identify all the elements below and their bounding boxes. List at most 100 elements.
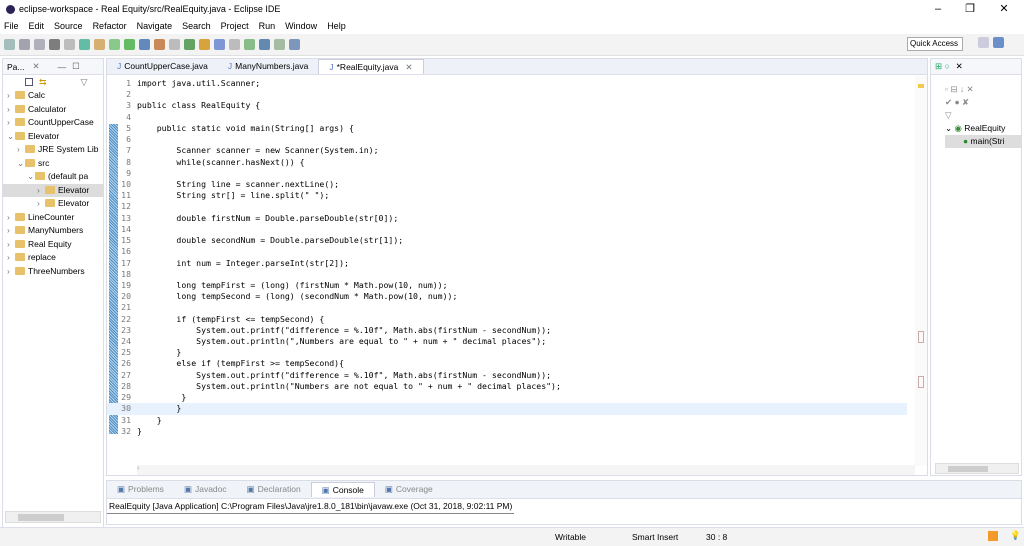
expand-arrow-icon[interactable]: ›	[7, 103, 15, 117]
menu-run[interactable]: Run	[259, 21, 276, 31]
toolbar-button-icon[interactable]	[214, 39, 225, 50]
expand-arrow-icon[interactable]: ›	[7, 224, 15, 238]
toolbar-button-icon[interactable]	[124, 39, 135, 50]
toolbar-button-icon[interactable]	[289, 39, 300, 50]
expand-arrow-icon[interactable]: ›	[7, 238, 15, 252]
expand-arrow-icon[interactable]: ›	[7, 251, 15, 265]
code-line[interactable]: 9	[107, 168, 907, 179]
bottom-tab-declaration[interactable]: ▣ Declaration	[237, 482, 311, 497]
tree-item[interactable]: › CountUpperCase	[3, 116, 103, 130]
bottom-tab-javadoc[interactable]: ▣ Javadoc	[174, 482, 237, 497]
code-line[interactable]: 21	[107, 302, 907, 313]
tree-item[interactable]: › LineCounter	[3, 211, 103, 225]
code-line[interactable]: 30 }	[107, 403, 907, 415]
tree-item[interactable]: › Elevator	[3, 183, 103, 198]
tree-item[interactable]: › ManyNumbers	[3, 224, 103, 238]
close-tab-icon[interactable]: ✕	[405, 60, 412, 75]
toolbar-button-icon[interactable]	[229, 39, 240, 50]
bottom-tab-problems[interactable]: ▣ Problems	[107, 482, 174, 497]
code-line[interactable]: 23 System.out.printf("difference = %.10f…	[107, 325, 907, 336]
package-explorer-tab[interactable]: Pa...	[7, 62, 24, 72]
expand-arrow-icon[interactable]: ›	[37, 184, 45, 198]
bottom-tab-console[interactable]: ▣ Console	[310, 482, 375, 497]
code-line[interactable]: 3 public class RealEquity {	[107, 100, 907, 111]
toolbar-button-icon[interactable]	[64, 39, 75, 50]
bottom-tab-coverage[interactable]: ▣ Coverage	[375, 482, 443, 497]
java-perspective-icon[interactable]	[993, 37, 1004, 48]
menu-edit[interactable]: Edit	[29, 21, 45, 31]
code-line[interactable]: 12	[107, 201, 907, 212]
expand-arrow-icon[interactable]: ›	[7, 116, 15, 130]
tree-item[interactable]: › Elevator	[3, 197, 103, 211]
tree-item[interactable]: › Calc	[3, 89, 103, 103]
code-line[interactable]: 17 int num = Integer.parseInt(str[2]);	[107, 258, 907, 269]
code-line[interactable]: 29 }	[107, 392, 907, 403]
toolbar-button-icon[interactable]	[34, 39, 45, 50]
rss-icon[interactable]	[988, 531, 998, 541]
code-line[interactable]: 8 while(scanner.hasNext()) {	[107, 157, 907, 168]
collapse-all-icon[interactable]	[25, 78, 33, 86]
code-line[interactable]: 32}	[107, 426, 907, 437]
toolbar-button-icon[interactable]	[154, 39, 165, 50]
toolbar-button-icon[interactable]	[139, 39, 150, 50]
code-line[interactable]: 4	[107, 112, 907, 123]
menu-search[interactable]: Search	[182, 21, 211, 31]
code-line[interactable]: 19 long tempFirst = (long) (firstNum * M…	[107, 280, 907, 291]
tree-item[interactable]: › Calculator	[3, 103, 103, 117]
code-line[interactable]: 16	[107, 246, 907, 257]
code-line[interactable]: 31 }	[107, 415, 907, 426]
editor-tab[interactable]: J ManyNumbers.java	[218, 59, 318, 74]
tree-item[interactable]: ⌄ Elevator	[3, 130, 103, 144]
warning-marker[interactable]	[918, 84, 924, 88]
code-line[interactable]: 24 System.out.println(",Numbers are equa…	[107, 336, 907, 347]
code-line[interactable]: 7 Scanner scanner = new Scanner(System.i…	[107, 145, 907, 156]
menu-refactor[interactable]: Refactor	[93, 21, 127, 31]
code-line[interactable]: 26 else if (tempFirst >= tempSecond){	[107, 358, 907, 369]
menu-navigate[interactable]: Navigate	[137, 21, 173, 31]
editor-tab[interactable]: J *RealEquity.java ✕	[318, 59, 424, 75]
toolbar-button-icon[interactable]	[184, 39, 195, 50]
toolbar-button-icon[interactable]	[79, 39, 90, 50]
toolbar-button-icon[interactable]	[49, 39, 60, 50]
expand-arrow-icon[interactable]: ⌄	[27, 170, 35, 184]
code-line[interactable]: 6	[107, 134, 907, 145]
view-menu-icon[interactable]: ▽	[81, 77, 88, 88]
occurrence-marker[interactable]	[918, 331, 924, 343]
overview-ruler[interactable]	[915, 76, 927, 466]
toolbar-button-icon[interactable]	[199, 39, 210, 50]
toolbar-button-icon[interactable]	[94, 39, 105, 50]
maximize-view-icon[interactable]: ☐	[72, 61, 80, 72]
editor-tab[interactable]: J CountUpperCase.java	[107, 59, 218, 74]
code-line[interactable]: 11 String str[] = line.split(" ");	[107, 190, 907, 201]
toolbar-button-icon[interactable]	[274, 39, 285, 50]
expand-arrow-icon[interactable]: ⌄	[7, 130, 15, 144]
perspective-buttons[interactable]	[978, 37, 1018, 52]
close-icon[interactable]: ✕	[32, 61, 39, 72]
outline-class-item[interactable]: ⌄ ◉ RealEquity	[945, 122, 1021, 135]
menu-window[interactable]: Window	[285, 21, 317, 31]
view-menu-icon[interactable]: ▽	[945, 109, 1021, 122]
code-line[interactable]: 27 System.out.printf("difference = %.10f…	[107, 370, 907, 381]
code-line[interactable]: 13 double firstNum = Double.parseDouble(…	[107, 213, 907, 224]
outline-method-item[interactable]: ● main(Stri	[945, 135, 1021, 148]
expand-arrow-icon[interactable]: ⌄	[17, 157, 25, 171]
tree-item[interactable]: › ThreeNumbers	[3, 265, 103, 279]
link-editor-icon[interactable]: ⇆	[39, 77, 47, 88]
code-line[interactable]: 5 public static void main(String[] args)…	[107, 123, 907, 134]
occurrence-marker[interactable]	[918, 376, 924, 388]
code-line[interactable]: 14	[107, 224, 907, 235]
expand-arrow-icon[interactable]: ›	[37, 197, 45, 211]
close-icon[interactable]: ✕	[956, 61, 963, 72]
outline-scrollbar[interactable]	[935, 463, 1019, 474]
toolbar-button-icon[interactable]	[4, 39, 15, 50]
editor-horizontal-scrollbar[interactable]: ‹	[137, 465, 915, 475]
tree-item[interactable]: › replace	[3, 251, 103, 265]
insert-mode-status[interactable]: Smart Insert	[632, 532, 678, 542]
toolbar-button-icon[interactable]	[244, 39, 255, 50]
expand-arrow-icon[interactable]: ›	[7, 211, 15, 225]
code-line[interactable]: 20 long tempSecond = (long) (secondNum *…	[107, 291, 907, 302]
minimize-view-icon[interactable]: —	[58, 62, 67, 72]
tree-item[interactable]: ⌄ src	[3, 157, 103, 171]
tip-icon[interactable]: 💡	[1010, 530, 1021, 541]
tree-item[interactable]: › JRE System Lib	[3, 143, 103, 157]
